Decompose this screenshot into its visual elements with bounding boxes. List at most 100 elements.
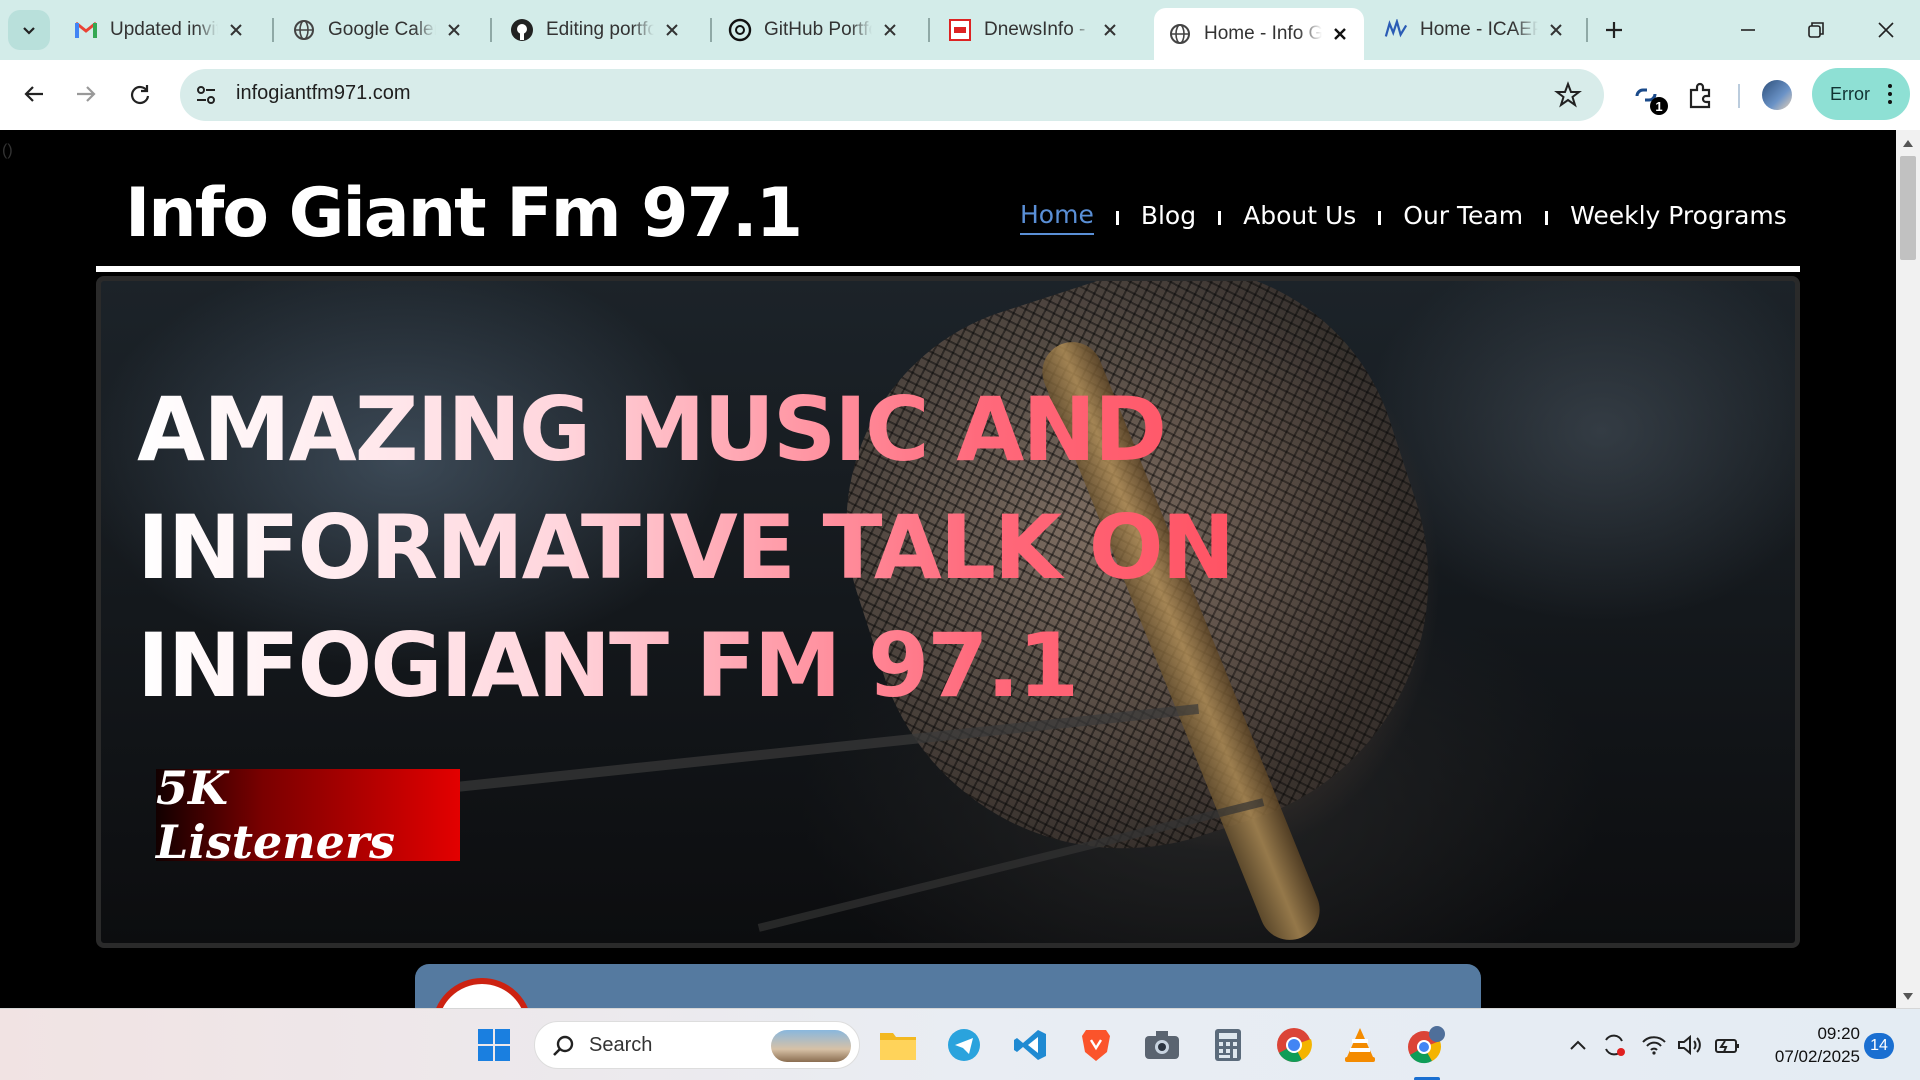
info-card <box>415 964 1481 1008</box>
chevron-down-icon <box>23 27 35 35</box>
new-tab-button[interactable] <box>1598 14 1630 46</box>
address-bar[interactable]: infogiantfm971.com <box>180 69 1604 121</box>
close-tab-icon[interactable] <box>1546 20 1566 40</box>
tab-title: Home - ICAEP <box>1420 19 1538 40</box>
tab-title: Google Calend <box>328 19 436 40</box>
wifi-icon <box>1642 1036 1666 1055</box>
forward-button[interactable] <box>66 74 106 114</box>
arrow-left-icon <box>24 86 43 102</box>
profile-error-button[interactable]: Error <box>1812 68 1910 120</box>
close-tab-icon[interactable] <box>880 20 900 40</box>
close-tab-icon[interactable] <box>444 20 464 40</box>
nav-weekly-programs[interactable]: Weekly Programs <box>1570 201 1787 234</box>
close-window-button[interactable] <box>1862 10 1910 50</box>
sync-status[interactable] <box>1600 1031 1628 1059</box>
nav-our-team[interactable]: Our Team <box>1403 201 1523 234</box>
nav-blog[interactable]: Blog <box>1141 201 1196 234</box>
windows-taskbar: Search 09:20 07/02/2025 14 <box>0 1008 1920 1080</box>
listeners-badge[interactable]: 5K Listeners <box>156 761 460 869</box>
reload-button[interactable] <box>120 74 160 114</box>
clock-date: 07/02/2025 <box>1774 1047 1860 1066</box>
close-icon <box>1878 22 1894 38</box>
close-tab-icon[interactable] <box>662 20 682 40</box>
reload-icon <box>130 85 150 105</box>
hero-headline: AMAZING MUSIC AND INFORMATIVE TALK ON IN… <box>137 371 1337 725</box>
tab-editing-portfolio[interactable]: Editing portfol <box>496 8 696 52</box>
battery-status[interactable] <box>1714 1031 1742 1059</box>
search-icon <box>553 1035 574 1056</box>
nav-separator <box>1218 210 1222 225</box>
browser-toolbar: infogiantfm971.com 1 <box>0 60 1920 130</box>
chevron-up-icon <box>1570 1040 1586 1050</box>
minimize-button[interactable] <box>1724 10 1772 50</box>
taskbar-brave[interactable] <box>1076 1025 1116 1065</box>
extensions-button[interactable] <box>1682 77 1718 113</box>
taskbar-telegram[interactable] <box>944 1025 984 1065</box>
header-divider <box>96 266 1800 272</box>
camera-icon <box>1145 1031 1179 1059</box>
restore-button[interactable] <box>1792 10 1840 50</box>
tab-home-icaep[interactable]: Home - ICAEP <box>1370 8 1580 52</box>
scrollbar-thumb[interactable] <box>1900 156 1916 260</box>
triangle-down-icon <box>1903 993 1913 1000</box>
toolbar-divider <box>1738 84 1740 108</box>
tab-search-button[interactable] <box>8 10 50 50</box>
tab-title: Home - Info G <box>1204 23 1322 44</box>
extension-link-button[interactable]: 1 <box>1628 77 1668 115</box>
taskbar-calculator[interactable] <box>1208 1025 1248 1065</box>
scroll-up-arrow[interactable] <box>1900 136 1916 150</box>
wifi-status[interactable] <box>1640 1031 1668 1059</box>
taskbar-vlc[interactable] <box>1340 1025 1380 1065</box>
taskbar-chrome[interactable] <box>1274 1025 1314 1065</box>
show-hidden-icons[interactable] <box>1564 1031 1592 1059</box>
hero-banner: AMAZING MUSIC AND INFORMATIVE TALK ON IN… <box>96 276 1800 948</box>
arrow-right-icon <box>77 86 96 102</box>
tab-divider <box>272 18 274 42</box>
taskbar-vscode[interactable] <box>1010 1025 1050 1065</box>
back-button[interactable] <box>14 74 54 114</box>
vscode-icon <box>1014 1030 1046 1060</box>
close-tab-icon[interactable] <box>1330 24 1350 44</box>
page-viewport: () Info Giant Fm 97.1 Home Blog About Us… <box>0 130 1896 1008</box>
clock-time: 09:20 <box>1817 1024 1860 1043</box>
tab-dnewsinfo[interactable]: DnewsInfo - B <box>934 8 1134 52</box>
calculator-icon <box>1215 1029 1241 1061</box>
stray-text: () <box>2 142 13 159</box>
taskbar-search[interactable]: Search <box>534 1021 860 1069</box>
triangle-up-icon <box>1903 140 1913 147</box>
profile-error-label: Error <box>1830 83 1870 104</box>
dnews-icon <box>948 18 972 42</box>
file-explorer-icon <box>880 1033 916 1060</box>
bookmark-star-icon[interactable] <box>1554 81 1582 109</box>
tab-home-info-giant[interactable]: Home - Info G <box>1154 8 1364 60</box>
start-button[interactable] <box>474 1025 514 1065</box>
tab-google-calendar[interactable]: Google Calend <box>278 8 478 52</box>
nav-separator <box>1545 210 1549 225</box>
tab-title: Editing portfol <box>546 19 654 40</box>
tab-gmail[interactable]: Updated invita <box>60 8 260 52</box>
taskbar-file-explorer[interactable] <box>878 1025 918 1065</box>
close-tab-icon[interactable] <box>226 20 246 40</box>
brave-icon <box>1082 1030 1110 1061</box>
profile-avatar[interactable] <box>1762 80 1792 110</box>
tab-github-portfolio[interactable]: GitHub Portfol <box>714 8 914 52</box>
site-title[interactable]: Info Giant Fm 97.1 <box>125 174 803 253</box>
volume-control[interactable] <box>1676 1031 1704 1059</box>
nav-home[interactable]: Home <box>1020 200 1094 235</box>
tab-title: DnewsInfo - B <box>984 19 1092 40</box>
icaep-icon <box>1384 18 1408 42</box>
nav-about-us[interactable]: About Us <box>1243 201 1356 234</box>
taskbar-camera[interactable] <box>1142 1025 1182 1065</box>
site-settings-icon[interactable] <box>194 83 218 107</box>
system-clock[interactable]: 09:20 07/02/2025 <box>1762 1022 1860 1068</box>
taskbar-chrome-profile[interactable] <box>1406 1025 1446 1065</box>
url-text[interactable]: infogiantfm971.com <box>236 82 411 105</box>
search-highlight-image[interactable] <box>771 1030 851 1062</box>
tab-divider <box>928 18 930 42</box>
close-tab-icon[interactable] <box>1100 20 1120 40</box>
notification-count-badge[interactable]: 14 <box>1864 1033 1894 1059</box>
page-scrollbar[interactable] <box>1896 130 1920 1008</box>
sync-icon <box>1605 1034 1625 1056</box>
gmail-icon <box>74 18 98 42</box>
scroll-down-arrow[interactable] <box>1900 990 1916 1004</box>
